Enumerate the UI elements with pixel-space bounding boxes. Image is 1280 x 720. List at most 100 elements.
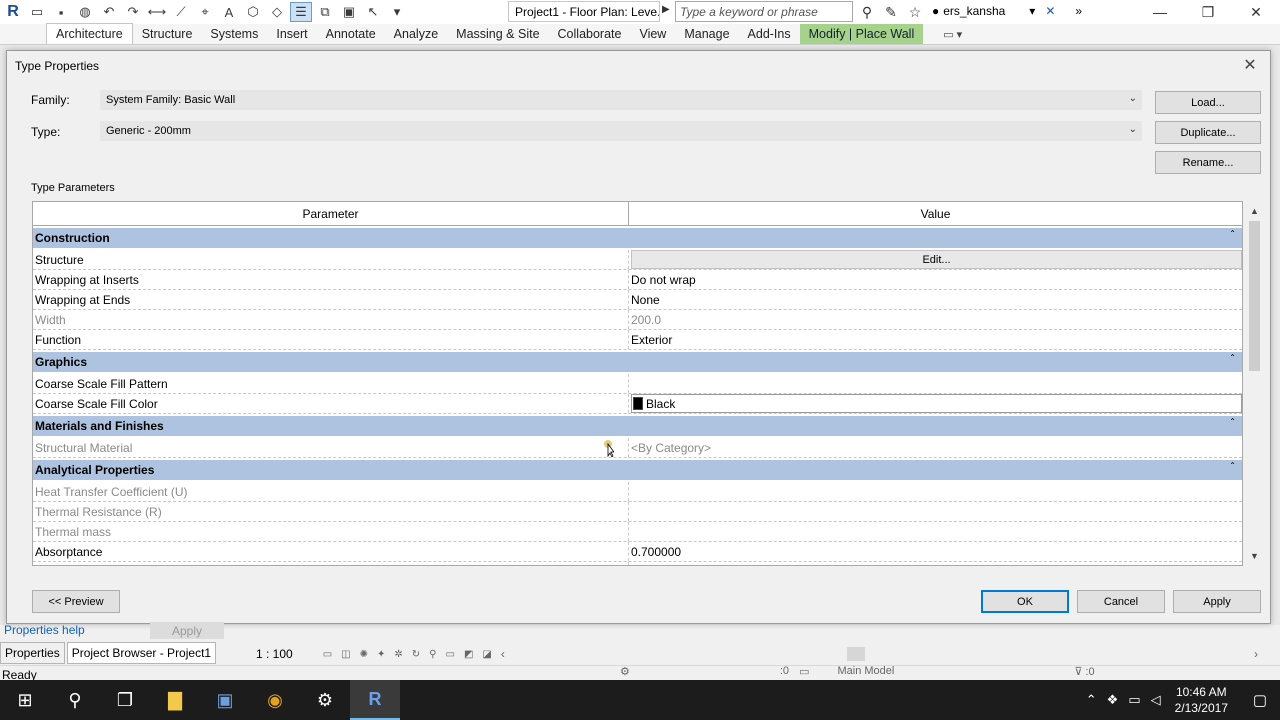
- restore-icon[interactable]: ❐: [1184, 0, 1232, 24]
- collapse-icon[interactable]: ⌃: [1229, 417, 1236, 426]
- scroll-right-icon[interactable]: ›: [1254, 647, 1258, 661]
- worksets-icon[interactable]: ⚙: [620, 665, 630, 678]
- apply-button[interactable]: Apply: [1173, 590, 1261, 613]
- properties-apply-button[interactable]: Apply: [150, 622, 224, 639]
- shadows-icon[interactable]: ✦: [377, 649, 385, 660]
- cancel-button[interactable]: Cancel: [1077, 590, 1165, 613]
- media-app-icon[interactable]: ▣: [200, 680, 250, 720]
- fill-color-button[interactable]: Black: [631, 394, 1242, 413]
- tab-systems[interactable]: Systems: [201, 24, 267, 44]
- tab-structure[interactable]: Structure: [133, 24, 202, 44]
- tab-manage[interactable]: Manage: [675, 24, 738, 44]
- group-analytical-properties[interactable]: Analytical Properties ⌃: [33, 460, 1242, 480]
- tab-analyze[interactable]: Analyze: [385, 24, 447, 44]
- param-value[interactable]: Do not wrap: [629, 270, 1242, 289]
- title-arrow-icon[interactable]: ▶: [662, 4, 670, 15]
- crop-region-icon[interactable]: ⚲: [429, 649, 436, 660]
- scroll-down-icon[interactable]: ▼: [1246, 548, 1263, 564]
- windows-start-icon[interactable]: ⊞: [0, 680, 50, 720]
- minimize-icon[interactable]: —: [1136, 0, 1184, 24]
- group-construction[interactable]: Construction ⌃: [33, 228, 1242, 248]
- param-value[interactable]: <By Category>: [629, 438, 1242, 457]
- revit-taskbar-icon[interactable]: R: [350, 680, 400, 720]
- crop-icon[interactable]: ↻: [412, 649, 420, 660]
- detail-level-icon[interactable]: ▭: [323, 649, 332, 660]
- type-select[interactable]: Generic - 200mm ⌄: [100, 121, 1142, 141]
- tab-architecture[interactable]: Architecture: [46, 23, 133, 44]
- file-explorer-icon[interactable]: ▇: [150, 680, 200, 720]
- more-icon[interactable]: »: [1075, 4, 1082, 18]
- param-value[interactable]: Exterior: [629, 330, 1242, 349]
- dimension-icon[interactable]: ⟋: [170, 2, 192, 22]
- user-menu[interactable]: ● ers_kansha ▾ ✕ »: [932, 4, 1082, 18]
- collapse-icon[interactable]: ⌃: [1229, 461, 1236, 470]
- clock[interactable]: 10:46 AM 2/13/2017: [1175, 684, 1228, 716]
- tab-properties[interactable]: Properties: [0, 642, 65, 664]
- load-button[interactable]: Load...: [1155, 91, 1261, 114]
- redo-icon[interactable]: ↷: [122, 2, 144, 22]
- ok-button[interactable]: OK: [981, 590, 1069, 613]
- customize-qat-icon[interactable]: ▾: [386, 2, 408, 22]
- view-scale[interactable]: 1 : 100: [256, 647, 293, 661]
- duplicate-button[interactable]: Duplicate...: [1155, 121, 1261, 144]
- render-icon[interactable]: ✲: [394, 649, 402, 660]
- temp-hide-icon[interactable]: ▭: [446, 649, 455, 660]
- tab-massing-site[interactable]: Massing & Site: [447, 24, 548, 44]
- save-icon[interactable]: ▪: [50, 2, 72, 22]
- chrome-icon[interactable]: ◉: [250, 680, 300, 720]
- measure-icon[interactable]: ⟷: [146, 2, 168, 22]
- ribbon-options-icon[interactable]: ▭ ▾: [937, 25, 968, 44]
- properties-help-link[interactable]: Properties help: [4, 623, 85, 637]
- sync-icon[interactable]: ◍: [74, 2, 96, 22]
- collapse-icon[interactable]: ⌃: [1229, 229, 1236, 238]
- switch-windows-icon[interactable]: ▣: [338, 2, 360, 22]
- edit-structure-button[interactable]: Edit...: [631, 250, 1242, 269]
- settings-gear-icon[interactable]: ⚙: [300, 680, 350, 720]
- select-icon[interactable]: ↖: [362, 2, 384, 22]
- tab-modify-place-wall[interactable]: Modify | Place Wall: [799, 24, 924, 44]
- search-icon[interactable]: ⚲: [50, 680, 100, 720]
- tab-view[interactable]: View: [630, 24, 675, 44]
- param-value[interactable]: 0.700000: [629, 542, 1242, 561]
- close-icon[interactable]: ✕: [1238, 54, 1262, 76]
- binoculars-icon[interactable]: ⚲: [858, 2, 876, 22]
- close-hidden-icon[interactable]: ⧉: [314, 2, 336, 22]
- subscription-icon[interactable]: ✎: [882, 2, 900, 22]
- notifications-icon[interactable]: ▢: [1240, 691, 1280, 709]
- param-value[interactable]: [629, 374, 1242, 393]
- filter-icon[interactable]: ⊽ :0: [1074, 665, 1094, 678]
- tab-annotate[interactable]: Annotate: [317, 24, 385, 44]
- design-options-icon[interactable]: ▭: [799, 665, 809, 678]
- scroll-up-icon[interactable]: ▲: [1246, 203, 1263, 219]
- analytical-model-icon[interactable]: ◪: [482, 649, 491, 660]
- column-header-parameter[interactable]: Parameter: [33, 202, 629, 225]
- sun-path-icon[interactable]: ✺: [360, 649, 368, 660]
- undo-icon[interactable]: ↶: [98, 2, 120, 22]
- family-select[interactable]: System Family: Basic Wall ⌄: [100, 90, 1142, 110]
- section-icon[interactable]: ◇: [266, 2, 288, 22]
- param-value[interactable]: None: [629, 290, 1242, 309]
- collapse-icon[interactable]: ⌃: [1229, 353, 1236, 362]
- chevron-up-icon[interactable]: ⌃: [1086, 692, 1097, 708]
- thin-lines-icon[interactable]: ☰: [290, 2, 312, 22]
- help-search-input[interactable]: Type a keyword or phrase: [675, 1, 853, 22]
- horizontal-scroll-thumb[interactable]: [846, 647, 865, 661]
- 3d-view-icon[interactable]: ⬡: [242, 2, 264, 22]
- close-window-icon[interactable]: ✕: [1232, 0, 1280, 24]
- table-scrollbar[interactable]: ▲ ▼: [1246, 201, 1263, 566]
- column-header-value[interactable]: Value: [629, 202, 1242, 225]
- tab-add-ins[interactable]: Add-Ins: [739, 24, 800, 44]
- open-icon[interactable]: ▭: [26, 2, 48, 22]
- tab-collaborate[interactable]: Collaborate: [549, 24, 631, 44]
- dropbox-icon[interactable]: ❖: [1107, 692, 1119, 708]
- visual-style-icon[interactable]: ◫: [341, 649, 350, 660]
- exchange-icon[interactable]: ✕: [1045, 4, 1055, 18]
- revit-logo-icon[interactable]: R: [0, 0, 26, 24]
- horizontal-scroll-track[interactable]: [514, 647, 1254, 661]
- group-graphics[interactable]: Graphics ⌃: [33, 352, 1242, 372]
- favorites-star-icon[interactable]: ☆: [906, 2, 924, 22]
- network-icon[interactable]: ▭: [1128, 692, 1140, 708]
- preview-button[interactable]: << Preview: [32, 590, 120, 613]
- scroll-left-icon[interactable]: ‹: [501, 647, 505, 661]
- volume-icon[interactable]: ◁: [1151, 692, 1161, 708]
